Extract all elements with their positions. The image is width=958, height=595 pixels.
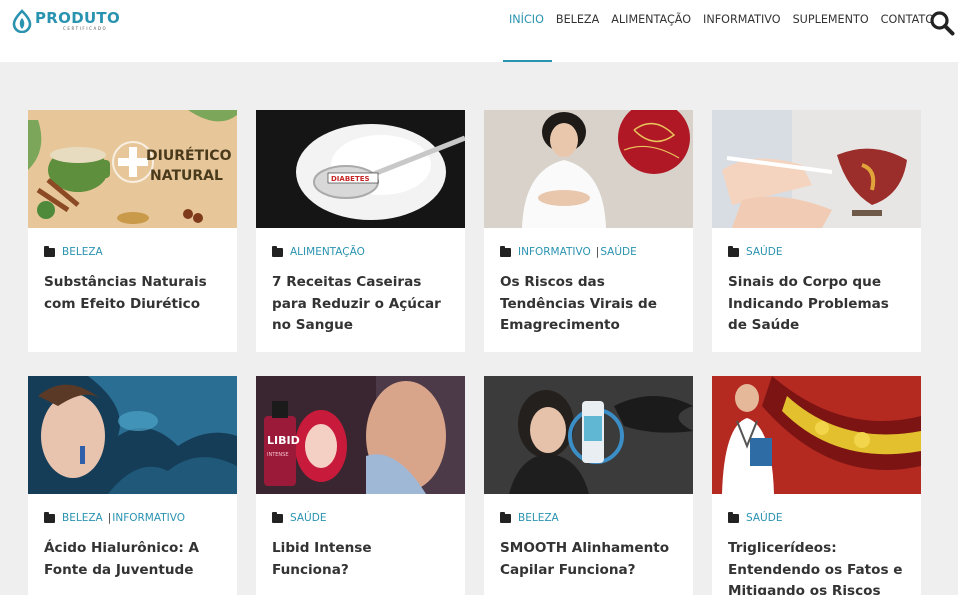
category-link[interactable]: SAÚDE [746, 246, 782, 258]
post-title[interactable]: SMOOTH Alinhamento Capilar Funciona? [500, 538, 677, 581]
category-link[interactable]: SAÚDE [746, 512, 782, 524]
brand-name: PRODUTO [35, 9, 121, 27]
post-card[interactable]: INFORMATIVO | SAÚDE Os Riscos das Tendên… [484, 110, 693, 352]
folder-icon [272, 245, 283, 257]
post-thumbnail[interactable] [484, 110, 693, 228]
svg-text:DIURÉTICO: DIURÉTICO [146, 147, 232, 164]
nav-item-alimentacao[interactable]: ALIMENTAÇÃO [611, 13, 691, 61]
folder-icon [44, 245, 55, 257]
svg-text:DIABETES: DIABETES [331, 175, 370, 183]
post-card[interactable]: SAÚDE Triglicerídeos: Entendendo os Fato… [712, 376, 921, 595]
search-icon [930, 11, 955, 36]
post-card[interactable]: SAÚDE Sinais do Corpo que Indicando Prob… [712, 110, 921, 352]
post-thumbnail[interactable] [28, 376, 237, 494]
liver-model-image [712, 110, 921, 228]
post-card[interactable]: BELEZA SMOOTH Alinhamento Capilar Funcio… [484, 376, 693, 595]
post-thumbnail[interactable] [712, 110, 921, 228]
diuretic-tea-image: DIURÉTICO NATURAL [28, 110, 237, 228]
category-link[interactable]: BELEZA [518, 512, 559, 524]
sugar-spoon-image: DIABETES [256, 110, 465, 228]
post-title[interactable]: 7 Receitas Caseiras para Reduzir o Açúca… [272, 272, 449, 337]
svg-text:INTENSE: INTENSE [267, 452, 289, 458]
drop-leaf-icon [12, 9, 32, 33]
post-title[interactable]: Libid Intense Funciona? [272, 538, 449, 581]
folder-icon [500, 511, 511, 523]
main-nav: INÍCIO BELEZA ALIMENTAÇÃO INFORMATIVO SU… [503, 13, 946, 62]
category-link[interactable]: INFORMATIVO [518, 246, 591, 258]
folder-icon [728, 511, 739, 523]
post-card[interactable]: DIURÉTICO NATURAL BELEZA Substâncias Nat… [28, 110, 237, 352]
nav-item-informativo[interactable]: INFORMATIVO [703, 13, 781, 61]
post-title[interactable]: Sinais do Corpo que Indicando Problemas … [728, 272, 905, 337]
search-button[interactable] [929, 10, 955, 36]
post-title[interactable]: Os Riscos das Tendências Virais de Emagr… [500, 272, 677, 337]
svg-text:LIBID: LIBID [267, 434, 300, 447]
woman-stomach-pain-image [484, 110, 693, 228]
nav-item-inicio[interactable]: INÍCIO [503, 13, 552, 62]
category-link[interactable]: INFORMATIVO [112, 512, 185, 524]
site-logo[interactable]: PRODUTO CERTIFICADO [11, 9, 120, 33]
post-thumbnail[interactable]: DIURÉTICO NATURAL [28, 110, 237, 228]
nav-item-beleza[interactable]: BELEZA [556, 13, 599, 61]
triglycerides-image [712, 376, 921, 494]
post-card[interactable]: LIBID INTENSE SAÚDE Libid Intense Funcio… [256, 376, 465, 595]
category-link[interactable]: SAÚDE [600, 246, 636, 258]
category-link[interactable]: SAÚDE [290, 512, 326, 524]
category-link[interactable]: BELEZA [62, 246, 103, 258]
folder-icon [728, 245, 739, 257]
post-thumbnail[interactable] [484, 376, 693, 494]
folder-icon [272, 511, 283, 523]
post-thumbnail[interactable] [712, 376, 921, 494]
post-card[interactable]: DIABETES ALIMENTAÇÃO 7 Receitas Caseiras… [256, 110, 465, 352]
folder-icon [500, 245, 511, 257]
category-link[interactable]: ALIMENTAÇÃO [290, 246, 365, 258]
post-thumbnail[interactable]: DIABETES [256, 110, 465, 228]
category-link[interactable]: BELEZA [62, 512, 103, 524]
folder-icon [44, 511, 55, 523]
post-title[interactable]: Ácido Hialurônico: A Fonte da Juventude [44, 538, 221, 581]
post-thumbnail[interactable]: LIBID INTENSE [256, 376, 465, 494]
smooth-hair-image [484, 376, 693, 494]
post-card[interactable]: BELEZA | INFORMATIVO Ácido Hialurônico: … [28, 376, 237, 595]
post-title[interactable]: Substâncias Naturais com Efeito Diurétic… [44, 272, 221, 315]
nav-item-suplemento[interactable]: SUPLEMENTO [793, 13, 869, 61]
libid-intense-image: LIBID INTENSE [256, 376, 465, 494]
site-header: PRODUTO CERTIFICADO INÍCIO BELEZA ALIMEN… [0, 0, 958, 62]
hyaluronic-acid-image [28, 376, 237, 494]
post-title[interactable]: Triglicerídeos: Entendendo os Fatos e Mi… [728, 538, 905, 595]
svg-text:NATURAL: NATURAL [150, 168, 223, 184]
nav-item-contato[interactable]: CONTATO [881, 13, 934, 61]
